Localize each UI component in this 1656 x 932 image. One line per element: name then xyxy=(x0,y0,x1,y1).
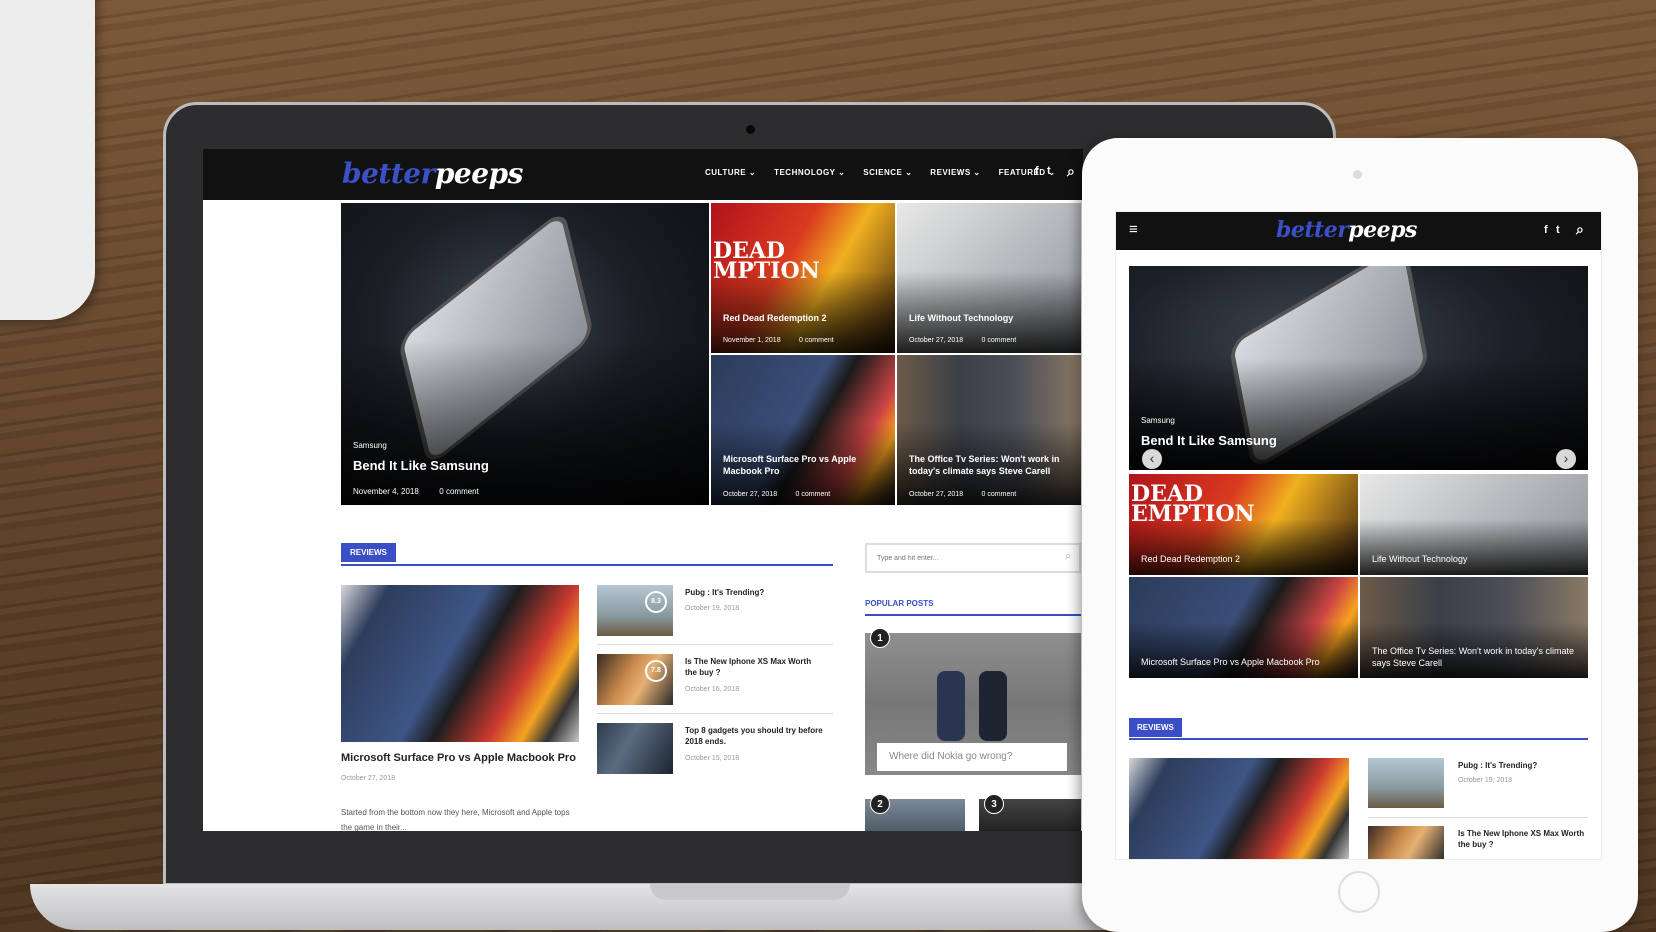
search-icon[interactable]: ⌕ xyxy=(1576,221,1584,238)
grid-post-office[interactable]: The Office Tv Series: Won't work in toda… xyxy=(897,355,1081,505)
grid-title[interactable]: Life Without Technology xyxy=(909,313,1016,323)
site-logo[interactable]: betterpeeps xyxy=(1276,217,1417,243)
laptop-camera xyxy=(746,125,755,134)
reviews-main-title[interactable]: Microsoft Surface Pro vs Apple Macbook P… xyxy=(341,752,576,764)
popular-post-title[interactable]: Where did Nokia go wrong? xyxy=(877,743,1067,771)
sidebar-search-input[interactable] xyxy=(867,545,1057,571)
nav-culture[interactable]: CULTURE ⌄ xyxy=(705,168,756,177)
review-item-title[interactable]: Top 8 gadgets you should try before 2018… xyxy=(685,725,825,747)
tablet-grid-rdr2[interactable]: DEAD EMPTION Red Dead Redemption 2 xyxy=(1129,474,1358,575)
site-header: betterpeeps CULTURE ⌄ TECHNOLOGY ⌄ SCIEN… xyxy=(203,149,1083,200)
reviews-main-image[interactable] xyxy=(341,585,579,742)
tablet-grid-tech[interactable]: Life Without Technology xyxy=(1360,474,1588,575)
hero-date: November 4, 2018 xyxy=(353,487,419,496)
tablet-grid-office[interactable]: The Office Tv Series: Won't work in toda… xyxy=(1360,577,1588,678)
main-nav: CULTURE ⌄ TECHNOLOGY ⌄ SCIENCE ⌄ REVIEWS… xyxy=(705,168,1056,177)
tablet-hero[interactable]: Samsung Bend It Like Samsung xyxy=(1129,266,1588,470)
review-item-title[interactable]: Is The New Iphone XS Max Worth the buy ? xyxy=(1458,828,1588,850)
nav-technology[interactable]: TECHNOLOGY ⌄ xyxy=(774,168,845,177)
reviews-section-tag[interactable]: REVIEWS xyxy=(1129,718,1182,737)
reviews-main-date: October 27, 2018 xyxy=(341,775,396,782)
grid-post-surface[interactable]: Microsoft Surface Pro vs Apple Macbook P… xyxy=(711,355,895,505)
review-thumb-gadgets[interactable] xyxy=(597,723,673,774)
twitter-icon[interactable]: t xyxy=(1047,165,1051,177)
facebook-icon[interactable]: f xyxy=(1035,165,1039,177)
twitter-icon[interactable]: t xyxy=(1556,224,1560,236)
tablet-home-button[interactable] xyxy=(1338,871,1380,913)
tablet-thumb-iphone[interactable] xyxy=(1368,826,1444,859)
nokia-phone-shape xyxy=(979,671,1007,741)
tablet-grid-surface[interactable]: Microsoft Surface Pro vs Apple Macbook P… xyxy=(1129,577,1358,678)
grid-title[interactable]: The Office Tv Series: Won't work in toda… xyxy=(909,453,1074,477)
nav-science[interactable]: SCIENCE ⌄ xyxy=(863,168,912,177)
review-item-title[interactable]: Pubg : It's Trending? xyxy=(685,587,825,598)
popular-rank: 3 xyxy=(984,794,1004,814)
tablet-camera xyxy=(1353,170,1362,179)
nokia-phone-shape xyxy=(937,671,965,741)
grid-post-rdr2[interactable]: DEADMPTION Red Dead Redemption 2 Novembe… xyxy=(711,203,895,353)
reviews-main-excerpt: Started from the bottom now they here, M… xyxy=(341,808,570,831)
phone-device-corner xyxy=(0,0,95,320)
review-thumb-pubg[interactable]: 8.3 xyxy=(597,585,673,636)
search-icon[interactable]: ⌕ xyxy=(1065,551,1071,562)
grid-post-tech[interactable]: Life Without Technology October 27, 2018… xyxy=(897,203,1081,353)
review-item-title[interactable]: Is The New Iphone XS Max Worth the buy ? xyxy=(685,656,825,678)
tablet-thumb-pubg[interactable] xyxy=(1368,758,1444,808)
hero-category[interactable]: Samsung xyxy=(353,441,489,450)
grid-title[interactable]: Red Dead Redemption 2 xyxy=(723,313,834,323)
site-logo[interactable]: betterpeeps xyxy=(342,157,523,190)
hero-post[interactable]: Samsung Bend It Like Samsung November 4,… xyxy=(341,203,709,505)
laptop-notch xyxy=(650,884,850,900)
search-icon[interactable]: ⌕ xyxy=(1067,163,1075,180)
tablet-screen: ≡ betterpeeps f t ⌕ Samsung Bend It Like… xyxy=(1115,211,1602,860)
tablet-header: ≡ betterpeeps f t ⌕ xyxy=(1116,212,1601,250)
reviews-section-tag[interactable]: REVIEWS xyxy=(341,543,396,562)
nav-reviews[interactable]: REVIEWS ⌄ xyxy=(930,168,980,177)
popular-post-1[interactable]: Where did Nokia go wrong? xyxy=(865,633,1081,775)
slider-next-button[interactable]: › xyxy=(1556,449,1576,469)
slider-prev-button[interactable]: ‹ xyxy=(1142,449,1162,469)
popular-rank: 2 xyxy=(870,794,890,814)
popular-posts-heading: POPULAR POSTS xyxy=(865,599,934,608)
facebook-icon[interactable]: f xyxy=(1544,224,1548,236)
review-score: 8.3 xyxy=(645,591,667,613)
review-item-title[interactable]: Pubg : It's Trending? xyxy=(1458,761,1537,770)
hero-title[interactable]: Bend It Like Samsung xyxy=(353,458,489,473)
laptop-screen: betterpeeps CULTURE ⌄ TECHNOLOGY ⌄ SCIEN… xyxy=(203,149,1083,831)
sidebar-search-box[interactable]: ⌕ xyxy=(865,543,1081,573)
review-thumb-iphone[interactable]: 7.8 xyxy=(597,654,673,705)
menu-icon[interactable]: ≡ xyxy=(1129,221,1138,238)
rdr2-artwork-lettering: DEAD EMPTION xyxy=(1131,481,1255,527)
review-score: 7.8 xyxy=(645,660,667,682)
tablet-reviews-main-image[interactable] xyxy=(1129,758,1349,859)
popular-rank: 1 xyxy=(870,628,890,648)
grid-title[interactable]: Microsoft Surface Pro vs Apple Macbook P… xyxy=(723,453,873,477)
hero-comments[interactable]: 0 comment xyxy=(439,487,479,496)
